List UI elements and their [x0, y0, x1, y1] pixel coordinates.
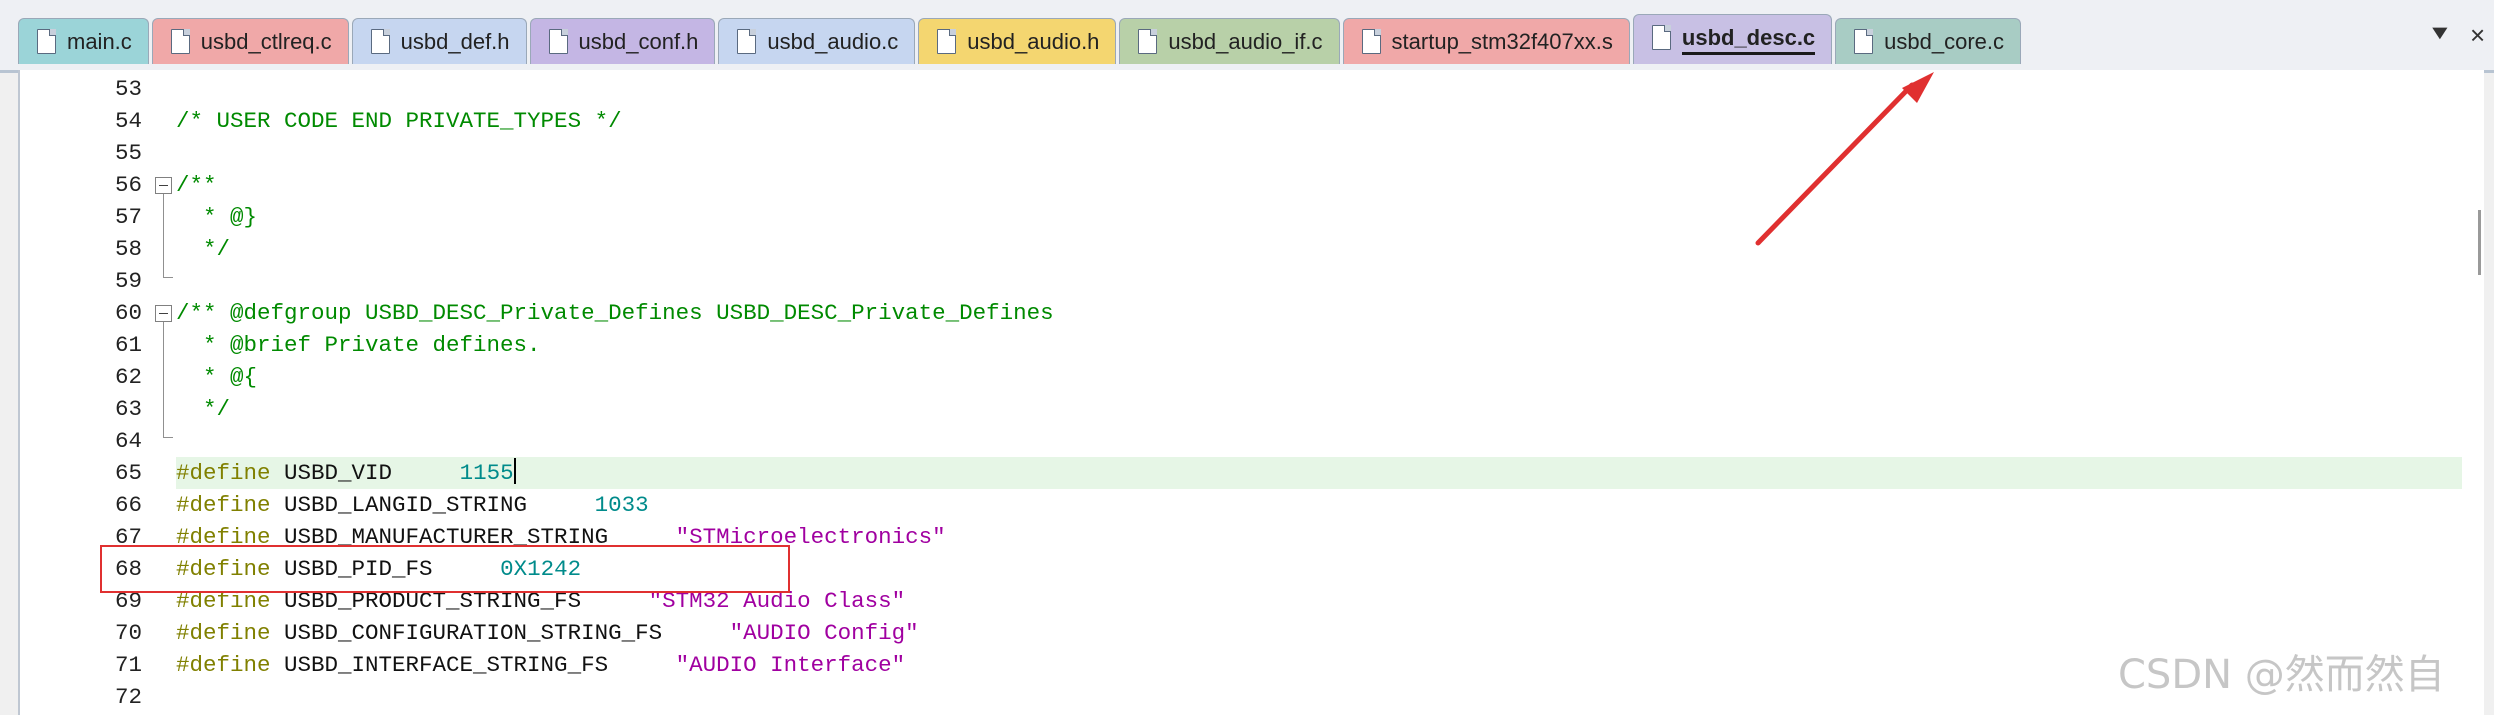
annotation-arrow-head	[1902, 72, 1934, 103]
watermark: CSDN @然而然自	[2118, 652, 2445, 698]
annotation-arrow	[1755, 72, 1934, 246]
annotation-arrow-shaft	[1755, 82, 1915, 246]
